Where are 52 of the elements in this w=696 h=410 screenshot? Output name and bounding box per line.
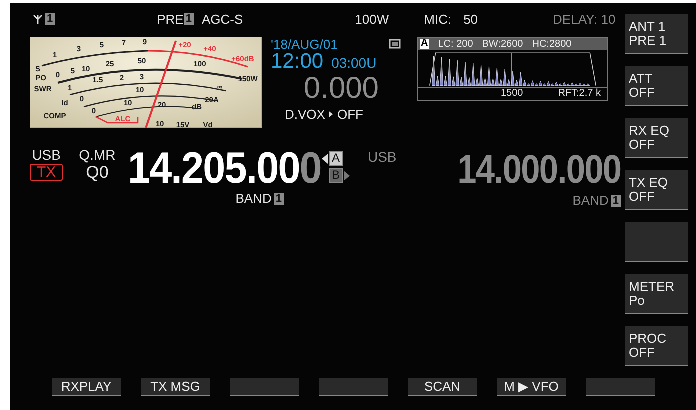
sub-mode-label: USB <box>368 149 397 165</box>
preamp-number: 1 <box>184 13 194 25</box>
blank-function-key[interactable] <box>319 378 388 396</box>
sub-frequency: 14.000.000 <box>457 147 621 193</box>
utc-time: 03:00U <box>332 54 377 73</box>
antenna-icon <box>33 14 43 24</box>
delay-label: DELAY: 10 <box>553 12 616 26</box>
soft-key[interactable]: ANT 1 PRE 1 <box>625 14 688 54</box>
band-label: BAND <box>236 191 272 206</box>
arrow-icon <box>322 154 328 164</box>
soft-key[interactable]: RX EQ OFF <box>625 118 688 158</box>
alc-bracket <box>96 116 139 124</box>
mode-label: USB <box>32 147 61 163</box>
mic-label: MIC: <box>424 12 452 26</box>
offset-readout: 0.000 <box>304 73 379 105</box>
chip-icon <box>389 39 401 49</box>
rft-label: RFT:2.7 k <box>558 88 601 100</box>
preamp-label: PRE <box>157 12 184 26</box>
memory-label: Q.MR <box>79 147 116 163</box>
soft-key[interactable]: TX EQ OFF <box>625 170 688 210</box>
date-label: '18/AUG/01 <box>271 37 339 52</box>
function-key[interactable]: SCAN <box>408 378 477 396</box>
main-frequency: 14.205.000 <box>128 147 322 191</box>
soft-key[interactable]: ATT OFF <box>625 66 688 106</box>
function-key[interactable]: TX MSG <box>141 378 210 396</box>
low-cut-label: LC: 200 <box>438 38 474 50</box>
vfo-selector[interactable]: A <box>328 151 343 166</box>
memory-channel: Q0 <box>86 163 109 183</box>
blank-soft-key[interactable] <box>625 222 688 262</box>
band-number: 1 <box>610 194 621 206</box>
arrow-icon <box>344 170 350 180</box>
local-time: 12:00 <box>271 52 324 72</box>
function-key[interactable]: RXPLAY <box>52 378 121 396</box>
vfo-tag: A <box>420 39 430 49</box>
center-frequency-label: 1500 <box>501 88 524 100</box>
mic-value: 50 <box>464 12 478 26</box>
antenna-number: 1 <box>45 13 56 25</box>
power-label: 100W <box>355 12 390 26</box>
blank-function-key[interactable] <box>586 378 655 396</box>
soft-key[interactable]: PROC OFF <box>625 326 688 366</box>
dvox-value: OFF <box>337 107 364 122</box>
blank-function-key[interactable] <box>230 378 299 396</box>
bandwidth-label: BW:2600 <box>482 38 524 50</box>
agc-label: AGC-S <box>202 12 244 26</box>
dvox-label: D.VOX <box>285 107 326 122</box>
band-label: BAND <box>572 193 609 208</box>
function-key[interactable]: M ▶ VFO <box>497 378 566 396</box>
soft-key[interactable]: METER Po <box>625 274 688 314</box>
high-cut-label: HC:2800 <box>532 38 572 50</box>
tx-indicator: TX <box>30 164 64 181</box>
arrow-icon <box>329 111 334 118</box>
band-number: 1 <box>274 192 284 204</box>
